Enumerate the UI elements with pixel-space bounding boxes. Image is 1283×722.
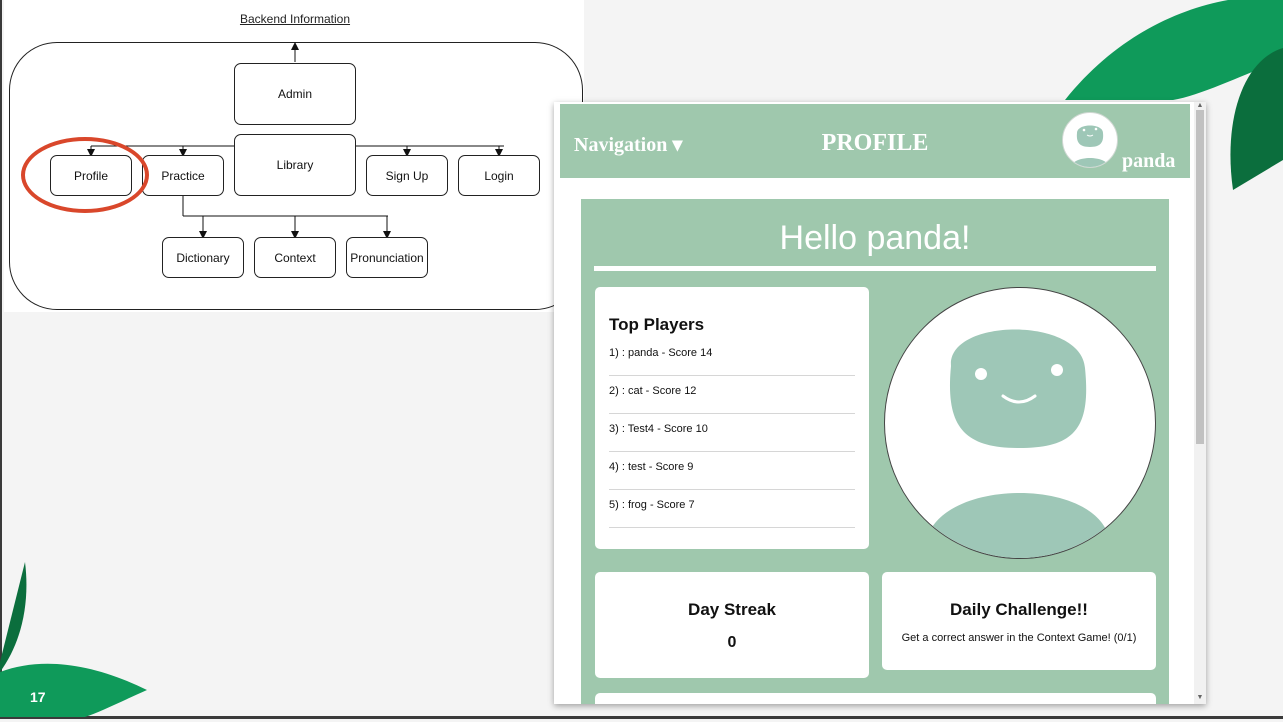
scroll-down-icon[interactable]: ▼	[1196, 694, 1204, 702]
daily-challenge-text: Get a correct answer in the Context Game…	[901, 632, 1137, 644]
nav-username[interactable]: panda	[1122, 150, 1175, 173]
node-signup-label: Sign Up	[385, 168, 429, 183]
list-item: 2) : cat - Score 12	[609, 377, 855, 414]
profile-avatar-image	[884, 287, 1156, 559]
slide-number: 17	[30, 689, 46, 705]
node-login: Login	[458, 155, 540, 196]
node-admin: Admin	[234, 63, 356, 125]
node-dictionary: Dictionary	[162, 237, 244, 278]
node-signup: Sign Up	[366, 155, 448, 196]
node-practice-label: Practice	[161, 168, 205, 183]
list-item: 1) : panda - Score 14	[609, 339, 855, 376]
node-context-label: Context	[274, 250, 316, 265]
daily-challenge-card: Daily Challenge!! Get a correct answer i…	[882, 572, 1156, 670]
vertical-scrollbar[interactable]: ▲ ▼	[1194, 102, 1206, 704]
node-pronunciation: Pronunciation	[346, 237, 428, 278]
top-players-list: 1) : panda - Score 14 2) : cat - Score 1…	[609, 339, 855, 529]
daily-challenge-title: Daily Challenge!!	[950, 600, 1088, 619]
top-players-title: Top Players	[609, 315, 705, 334]
day-streak-title: Day Streak	[688, 600, 776, 619]
navbar: Navigation ▾ PROFILE panda	[560, 104, 1190, 178]
profile-highlight-circle	[21, 137, 149, 213]
list-item: 3) : Test4 - Score 10	[609, 415, 855, 452]
node-library: Library	[234, 134, 356, 196]
profile-app-window: Navigation ▾ PROFILE panda Hello panda! …	[554, 102, 1206, 704]
node-pronunciation-label: Pronunciation	[350, 250, 424, 265]
scroll-thumb[interactable]	[1196, 110, 1204, 444]
list-item: 5) : frog - Score 7	[609, 491, 855, 528]
node-library-label: Library	[276, 158, 314, 172]
leaf-decoration-bottom-left	[0, 562, 147, 717]
node-dictionary-label: Dictionary	[176, 250, 230, 265]
list-item: 4) : test - Score 9	[609, 453, 855, 490]
profile-panel: Hello panda! Top Players 1) : panda - Sc…	[581, 199, 1169, 704]
node-login-label: Login	[484, 168, 514, 183]
node-practice: Practice	[142, 155, 224, 196]
day-streak-card: Day Streak 0	[595, 572, 869, 678]
user-avatar-icon[interactable]	[1062, 112, 1118, 168]
day-streak-value: 0	[727, 634, 737, 651]
node-admin-label: Admin	[277, 87, 312, 101]
node-context: Context	[254, 237, 336, 278]
next-card-partial	[595, 693, 1156, 704]
greeting-heading: Hello panda!	[779, 219, 971, 257]
top-players-card: Top Players 1) : panda - Score 14 2) : c…	[595, 287, 869, 549]
scroll-up-icon[interactable]: ▲	[1196, 102, 1204, 110]
backend-diagram: Backend Information Admin Library Profil…	[4, 0, 584, 312]
greeting-divider	[594, 266, 1156, 271]
